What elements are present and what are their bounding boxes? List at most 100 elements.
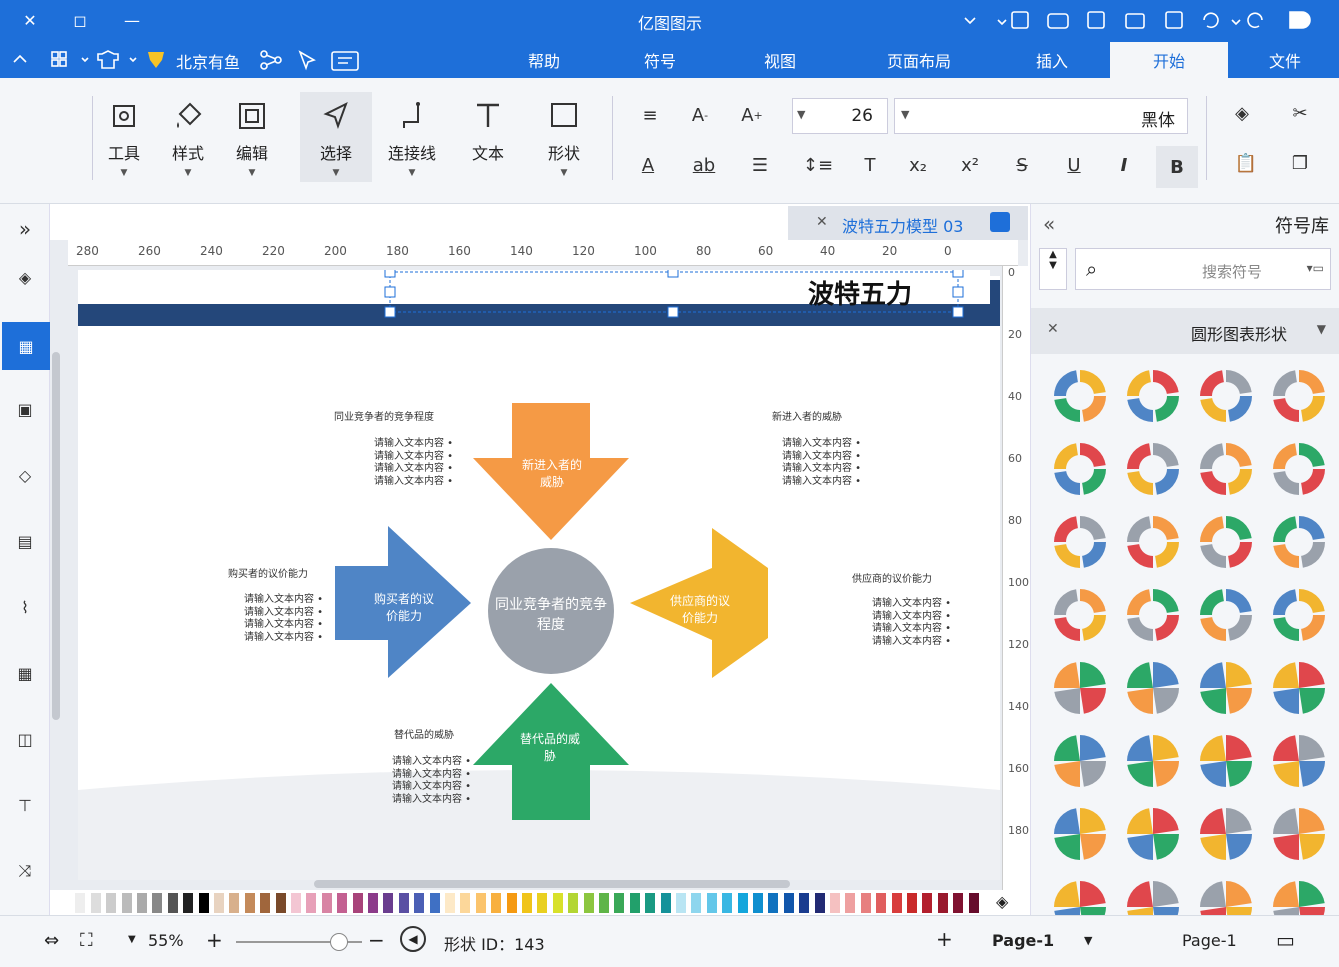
subscript-icon[interactable]: x₂ [900,150,936,180]
zoom-level[interactable]: 55% [148,931,184,950]
color-swatch[interactable] [768,893,779,913]
library-shape[interactable] [1127,808,1179,860]
color-swatch[interactable] [937,893,948,913]
minimize-window-button[interactable]: — [118,6,146,34]
library-shape[interactable] [1200,589,1252,641]
library-shape[interactable] [1054,808,1106,860]
search-box[interactable]: ⌕ 搜索符号 ▾▭ [1075,248,1331,290]
format-painter-icon[interactable]: ◈ [1224,98,1260,128]
color-swatch[interactable] [137,893,147,913]
library-shape[interactable] [1200,808,1252,860]
text-tool-icon[interactable]: ⊤ [8,788,42,822]
color-swatch[interactable] [922,893,933,913]
color-swatch[interactable] [783,893,794,913]
page-label[interactable]: Page-1 [1182,931,1237,950]
library-shape[interactable] [1200,662,1252,714]
color-swatch[interactable] [537,893,548,913]
add-page-icon[interactable]: + [936,927,953,951]
close-category-icon[interactable]: ✕ [1047,321,1059,337]
library-shape[interactable] [1273,881,1325,915]
library-shape[interactable] [1273,443,1325,495]
align-icon[interactable]: ≡ [632,100,668,130]
color-swatch[interactable] [121,893,132,913]
color-swatch[interactable] [414,893,425,913]
color-swatch[interactable] [352,893,363,913]
library-shape[interactable] [1054,735,1106,787]
library-shape[interactable] [1127,662,1179,714]
color-swatch[interactable] [306,893,317,913]
color-swatch[interactable] [244,893,255,913]
color-swatch[interactable] [860,893,871,913]
symbols-icon[interactable]: ▦ [2,322,50,370]
color-palette[interactable] [60,893,990,913]
cut-icon[interactable]: ✂ [1282,98,1318,128]
color-swatch[interactable] [506,893,517,913]
font-size-select[interactable]: ▼ 26 [792,98,888,134]
library-shape[interactable] [1200,881,1252,915]
library-shape[interactable] [1127,735,1179,787]
color-swatch[interactable] [491,893,502,913]
zoom-slider-thumb[interactable] [330,933,348,951]
paste-icon[interactable]: 📋 [1228,148,1264,178]
color-swatch[interactable] [229,893,240,913]
color-swatch[interactable] [75,893,86,913]
copy-icon[interactable]: ❐ [1282,148,1318,178]
page-tab[interactable]: Page-1 [992,931,1054,950]
table-icon[interactable]: ▦ [8,656,42,690]
color-swatch[interactable] [522,893,532,913]
search-icon[interactable]: ⌕ [1086,257,1097,281]
tab-help[interactable]: 帮助 [504,42,584,78]
color-swatch[interactable] [167,893,178,913]
chart-icon[interactable]: ⌇ [8,590,42,624]
color-swatch[interactable] [90,893,101,913]
library-shape[interactable] [1054,881,1106,915]
zoom-in-icon[interactable]: + [206,928,223,952]
style-tool-button[interactable]: 样式 ▼ [152,92,224,182]
color-swatch[interactable] [645,893,656,913]
collapse-panel-icon[interactable]: « [1043,212,1055,236]
color-swatch[interactable] [968,893,979,913]
library-shape[interactable] [1127,589,1179,641]
library-shape[interactable] [1127,881,1179,915]
increase-font-icon[interactable]: A + [734,100,770,130]
color-swatch[interactable] [814,893,825,913]
library-shape[interactable] [1200,735,1252,787]
color-swatch[interactable] [60,893,70,913]
color-swatch[interactable] [460,893,471,913]
library-shape[interactable] [1273,735,1325,787]
library-shape[interactable] [1127,516,1179,568]
library-shape[interactable] [1200,370,1252,422]
shuffle-icon[interactable]: ⤨ [8,854,42,888]
tools-button[interactable]: 工具 ▼ [88,92,160,182]
color-swatch[interactable] [398,893,409,913]
color-swatch[interactable] [907,893,917,913]
text-tool-button[interactable]: 文本 [452,92,524,182]
color-swatch[interactable] [368,893,378,913]
close-doc-icon[interactable]: ✕ [816,214,828,230]
strikethrough-icon[interactable]: S [1004,150,1040,180]
library-shape[interactable] [1054,370,1106,422]
color-swatch[interactable] [383,893,394,913]
scroll-arrows-icon[interactable]: ▲ ▼ [1039,248,1067,290]
font-color-icon[interactable]: A [630,150,666,180]
color-swatch[interactable] [676,893,686,913]
color-swatch[interactable] [152,893,163,913]
color-swatch[interactable] [337,893,348,913]
color-swatch[interactable] [445,893,455,913]
color-swatch[interactable] [599,893,609,913]
color-swatch[interactable] [214,893,224,913]
color-swatch[interactable] [660,893,671,913]
organization-label[interactable]: 北京有鱼 [176,49,240,73]
tab-page-layout[interactable]: 页面布局 [860,42,978,78]
puzzle-icon[interactable]: ◫ [8,722,42,756]
color-swatch[interactable] [275,893,286,913]
line-spacing-icon[interactable]: ↕≡ [800,150,836,180]
library-shape[interactable] [1273,808,1325,860]
color-swatch[interactable] [737,893,748,913]
bullet-list-icon[interactable]: ☰ [742,150,778,180]
color-swatch[interactable] [260,893,271,913]
connector-tool-button[interactable]: 连接线 ▼ [376,92,448,182]
library-shape[interactable] [1273,370,1325,422]
color-swatch[interactable] [614,893,625,913]
tab-insert[interactable]: 插入 [1000,42,1104,78]
